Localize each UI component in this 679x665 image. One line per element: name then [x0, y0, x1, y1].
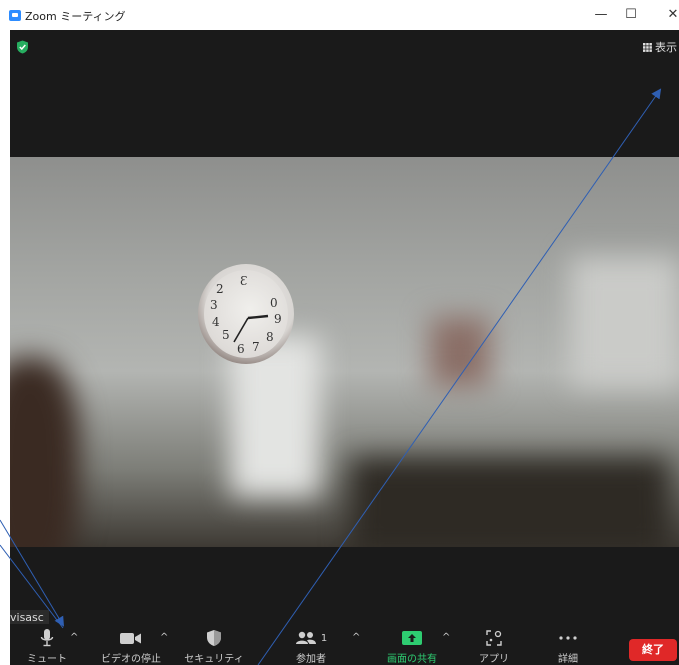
shelf-shadow — [350, 457, 670, 547]
video-options-caret-icon[interactable]: ^ — [160, 632, 168, 643]
meeting-toolbar: ミュート ^ ビデオの停止 ^ セキュリティ 1 参加者 ^ 画面の共有 ^ ア… — [10, 624, 679, 665]
minimize-button[interactable]: — — [588, 4, 614, 26]
window-light — [570, 257, 679, 387]
stop-video-button[interactable]: ビデオの停止 — [96, 628, 166, 665]
clock-image: Ɛ 0 9 8 7 6 5 4 3 2 — [198, 264, 294, 364]
grid-icon — [643, 42, 652, 52]
clock-hands — [233, 314, 269, 343]
security-shield-icon[interactable] — [16, 40, 29, 54]
security-shield-icon — [207, 630, 221, 646]
zoom-app-icon — [9, 10, 21, 21]
person-silhouette — [10, 357, 80, 547]
participants-count: 1 — [320, 632, 328, 644]
microphone-icon — [40, 629, 54, 647]
close-button[interactable]: ✕ — [660, 4, 679, 26]
meeting-window: 表示 Ɛ 0 9 8 7 6 5 4 3 2 visasc ミュート ^ ビデオ… — [10, 30, 679, 665]
view-label: 表示 — [655, 41, 677, 54]
share-screen-button[interactable]: 画面の共有 — [380, 628, 444, 665]
end-meeting-button[interactable]: 終了 — [629, 639, 677, 661]
title-bar: Zoom ミーティング — ☐ ✕ — [0, 0, 679, 30]
apps-label: アプリ — [479, 654, 509, 665]
share-screen-icon — [402, 631, 422, 645]
share-screen-label: 画面の共有 — [387, 654, 437, 665]
apps-icon — [486, 630, 502, 646]
window-title: Zoom ミーティング — [25, 10, 126, 23]
mute-button[interactable]: ミュート — [27, 628, 67, 665]
mute-label: ミュート — [27, 654, 67, 665]
stop-video-label: ビデオの停止 — [101, 654, 161, 665]
more-label: 詳細 — [558, 654, 578, 665]
maximize-button[interactable]: ☐ — [618, 4, 644, 26]
more-button[interactable]: 詳細 — [548, 628, 588, 665]
video-camera-icon — [120, 633, 141, 644]
security-button[interactable]: セキュリティ — [182, 628, 246, 665]
apps-button[interactable]: アプリ — [474, 628, 514, 665]
participants-options-caret-icon[interactable]: ^ — [352, 632, 360, 643]
share-options-caret-icon[interactable]: ^ — [442, 632, 450, 643]
participant-name-tag: visasc — [10, 610, 49, 625]
participants-icon — [295, 631, 316, 644]
security-label: セキュリティ — [184, 654, 244, 665]
more-dots-icon — [559, 636, 577, 640]
audio-options-caret-icon[interactable]: ^ — [70, 632, 78, 643]
video-feed: Ɛ 0 9 8 7 6 5 4 3 2 — [10, 157, 679, 547]
participants-label: 参加者 — [296, 654, 326, 665]
background-object — [430, 317, 490, 387]
view-button[interactable]: 表示 — [641, 38, 679, 56]
clock-face: Ɛ 0 9 8 7 6 5 4 3 2 — [204, 270, 288, 358]
participants-button[interactable]: 1 参加者 — [286, 628, 336, 665]
